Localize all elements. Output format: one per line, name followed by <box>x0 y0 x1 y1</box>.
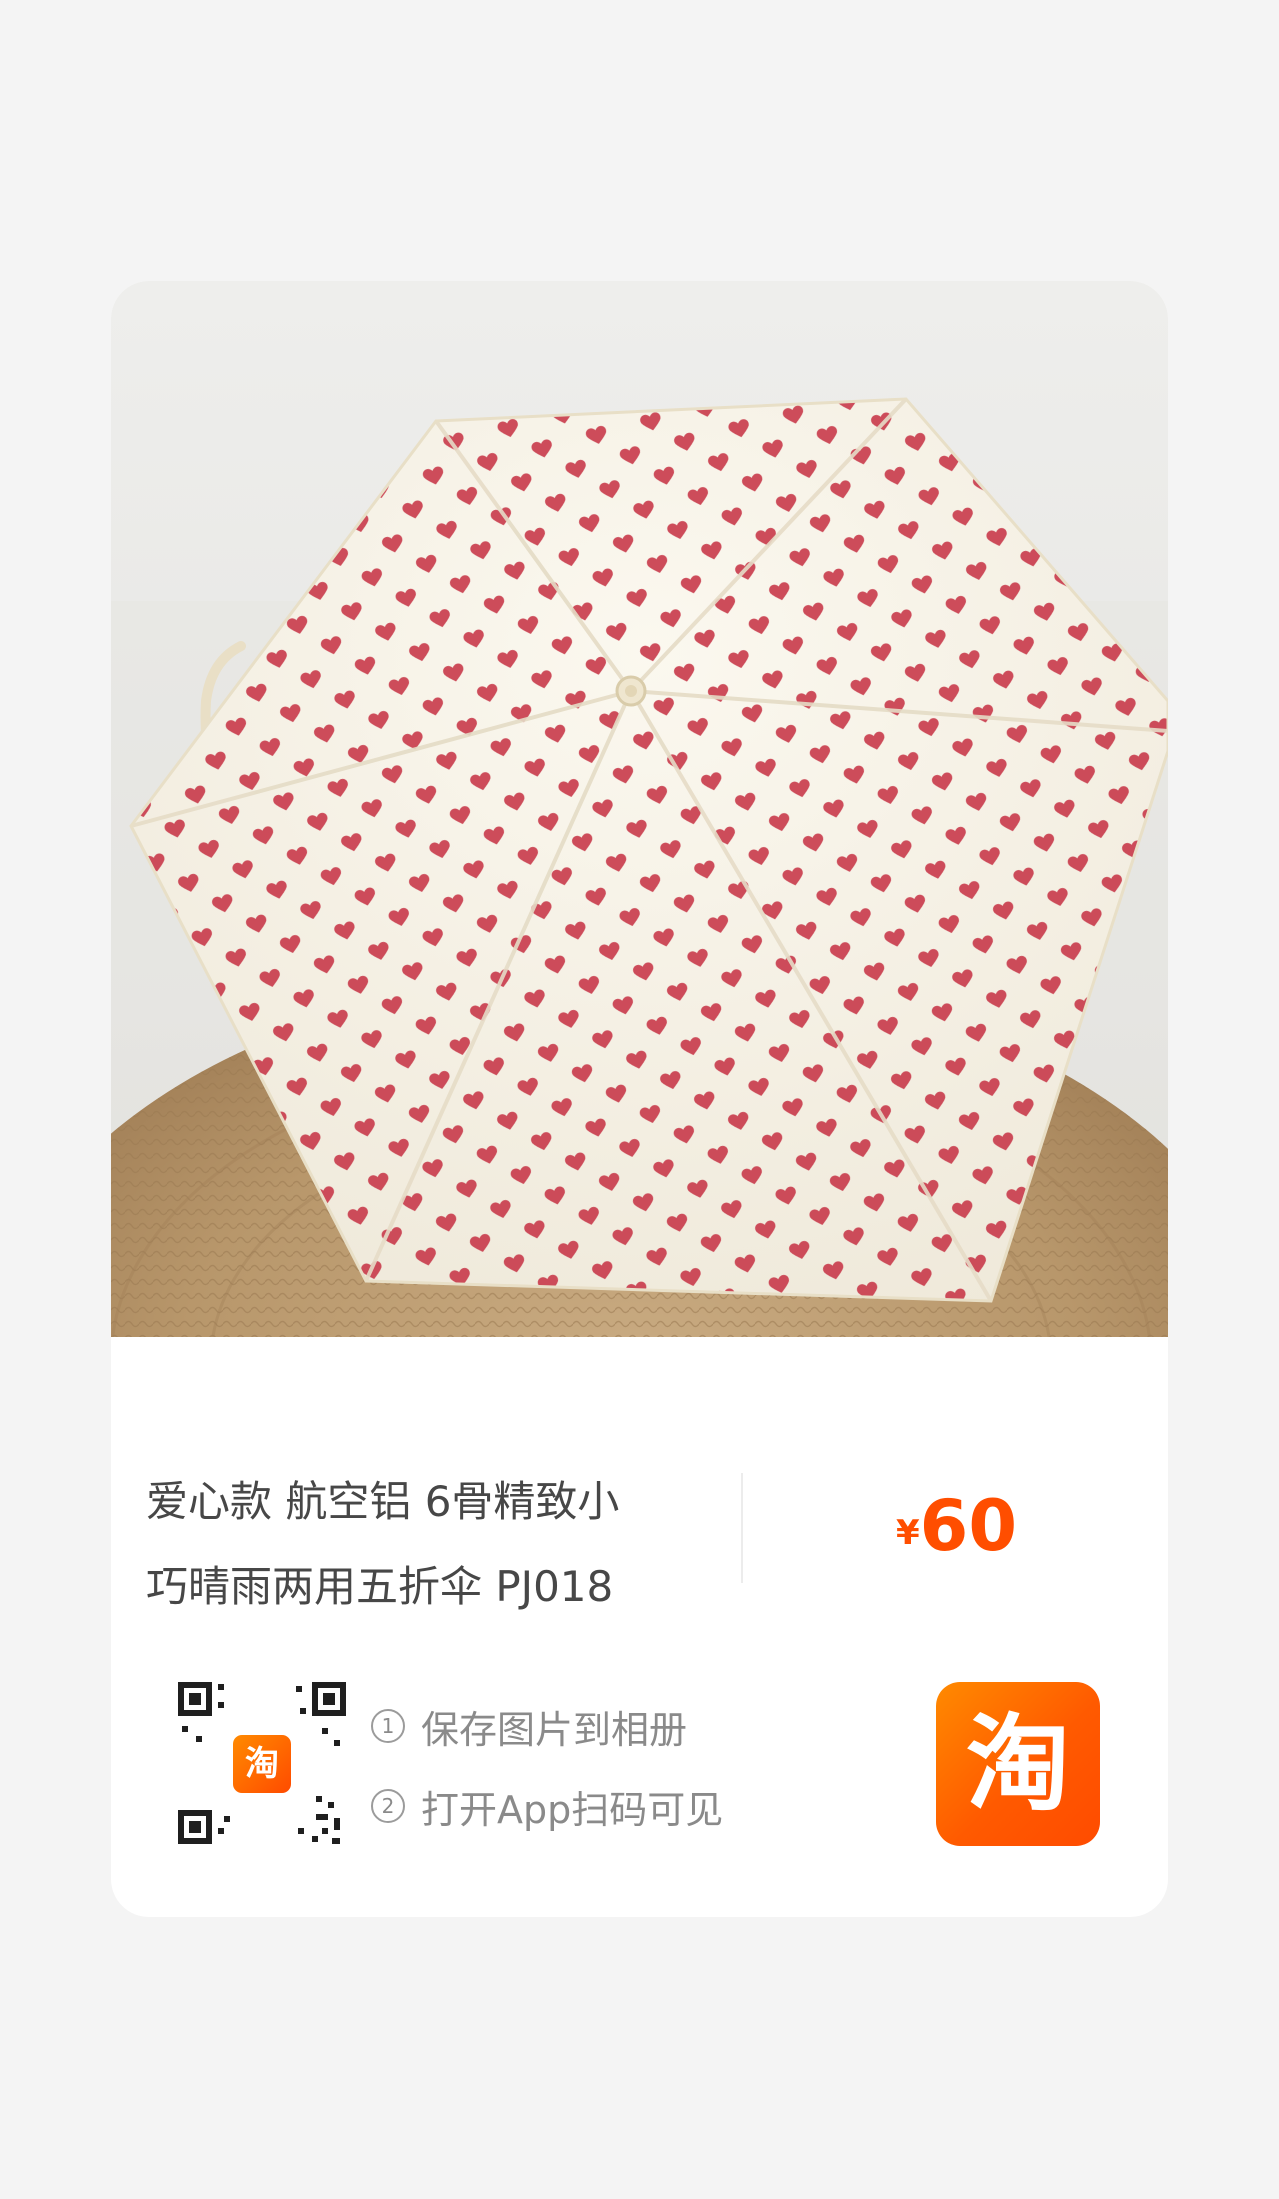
step-text-2: 打开App扫码可见 <box>421 1787 724 1832</box>
price-currency-symbol: ¥ <box>896 1513 920 1553</box>
instruction-step-2: 2 打开App扫码可见 <box>371 1766 723 1846</box>
step-number-2: 2 <box>371 1789 405 1823</box>
qr-taobao-logo: 淘 <box>230 1732 294 1796</box>
qr-logo-glyph: 淘 <box>245 1744 279 1784</box>
taobao-icon[interactable]: 淘 <box>936 1682 1100 1846</box>
product-share-card: 爱心款 航空铝 6骨精致小 巧晴雨两用五折伞 PJ018 ¥60 淘 1 保存图… <box>111 281 1168 1917</box>
product-photo <box>111 281 1168 1337</box>
step-number-1: 1 <box>371 1709 405 1743</box>
title-price-divider <box>741 1473 743 1583</box>
step-text-1: 保存图片到相册 <box>421 1707 688 1752</box>
taobao-badge-label: 淘 <box>965 1703 1070 1825</box>
product-price: ¥60 <box>896 1491 1017 1561</box>
share-instructions: 1 保存图片到相册 2 打开App扫码可见 <box>371 1686 723 1846</box>
product-title: 爱心款 航空铝 6骨精致小 巧晴雨两用五折伞 PJ018 <box>146 1477 620 1611</box>
price-amount: 60 <box>919 1485 1018 1567</box>
instruction-step-1: 1 保存图片到相册 <box>371 1686 723 1766</box>
